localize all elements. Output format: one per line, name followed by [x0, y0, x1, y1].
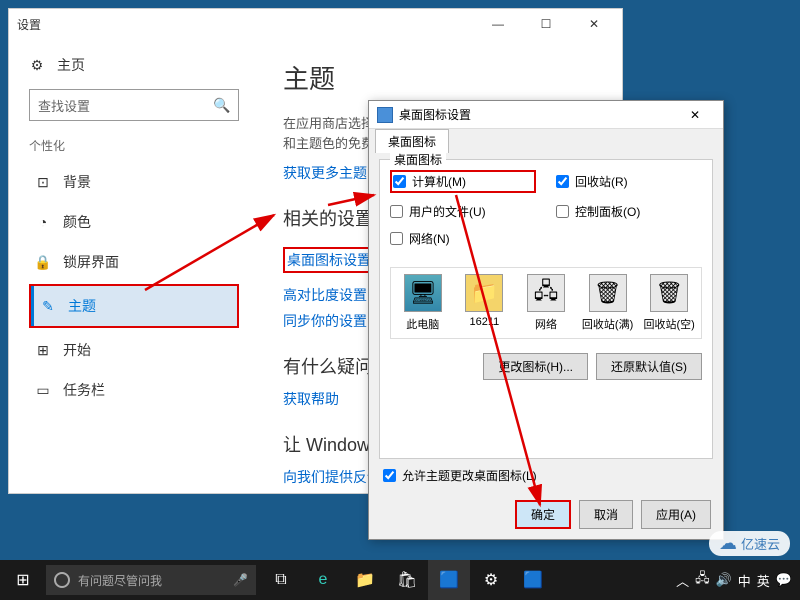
notification-icon[interactable]: 💬 [776, 572, 792, 588]
apply-button[interactable]: 应用(A) [641, 500, 711, 529]
icons-group: 桌面图标 计算机(M) 回收站(R) 用户的文件(U) 控制面板(O) 网络(N… [379, 159, 713, 459]
app-button-2[interactable]: 🟦 [512, 560, 554, 600]
start-icon: ⊞ [35, 342, 51, 358]
home-label: 主页 [57, 55, 85, 75]
trash-icon: 🗑 [650, 274, 688, 312]
settings-sidebar: ⚙ 主页 查找设置 🔍 个性化 ⊡背景 ◔颜色 🔒锁屏界面 ✎主题 ⊞开始 ▭任… [9, 39, 259, 493]
checkbox-recyclebin[interactable]: 回收站(R) [556, 170, 702, 193]
checkbox-controlpanel[interactable]: 控制面板(O) [556, 203, 702, 220]
ok-button[interactable]: 确定 [515, 500, 571, 529]
store-button[interactable]: 🛍 [386, 560, 428, 600]
sidebar-item-themes[interactable]: ✎主题 [31, 286, 237, 326]
sidebar-item-start[interactable]: ⊞开始 [29, 330, 239, 370]
highlight-box: ✎主题 [29, 284, 239, 328]
icon-preview-binfull[interactable]: 🗑回收站(满) [582, 274, 634, 332]
dialog-icon [377, 107, 393, 123]
checkbox-computer[interactable]: 计算机(M) [390, 170, 536, 193]
cortana-icon [54, 572, 70, 588]
dialog-titlebar: 桌面图标设置 ✕ [369, 101, 723, 129]
search-placeholder: 查找设置 [38, 96, 214, 115]
volume-icon[interactable]: 🔊 [716, 572, 732, 588]
sidebar-item-taskbar[interactable]: ▭任务栏 [29, 370, 239, 410]
edge-button[interactable]: e [302, 560, 344, 600]
change-icon-button[interactable]: 更改图标(H)... [483, 353, 588, 380]
window-titlebar: 设置 — ☐ ✕ [9, 9, 622, 39]
search-input[interactable]: 查找设置 🔍 [29, 89, 239, 121]
cortana-search[interactable]: 有问题尽管问我 🎤 [46, 565, 256, 595]
folder-icon: 📁 [465, 274, 503, 312]
tab-desktop-icons[interactable]: 桌面图标 [375, 129, 449, 153]
desktop-icon-settings-link[interactable]: 桌面图标设置 [283, 247, 375, 273]
cloud-icon: ☁ [719, 533, 737, 554]
icon-preview-row: 🖥此电脑 📁16211 🖧网络 🗑回收站(满) 🗑回收站(空) [390, 267, 702, 339]
desktop-icon-dialog: 桌面图标设置 ✕ 桌面图标 桌面图标 计算机(M) 回收站(R) 用户的文件(U… [368, 100, 724, 540]
section-label: 个性化 [29, 137, 239, 154]
icon-preview-network[interactable]: 🖧网络 [520, 274, 572, 332]
search-icon: 🔍 [214, 97, 230, 113]
picture-icon: ⊡ [35, 174, 51, 190]
maximize-button[interactable]: ☐ [526, 10, 566, 38]
settings-taskbutton[interactable]: ⚙ [470, 560, 512, 600]
start-button[interactable]: ⊞ [0, 560, 46, 600]
lock-icon: 🔒 [35, 254, 51, 270]
icon-preview-thispc[interactable]: 🖥此电脑 [397, 274, 449, 332]
icon-preview-binempty[interactable]: 🗑回收站(空) [643, 274, 695, 332]
ime-chs[interactable]: 中 [738, 571, 751, 590]
watermark: ☁ 亿速云 [709, 531, 790, 556]
mic-icon: 🎤 [233, 573, 248, 587]
palette-icon: ◔ [35, 214, 51, 230]
taskbar-icon: ▭ [35, 382, 51, 398]
minimize-button[interactable]: — [478, 10, 518, 38]
dialog-title: 桌面图标设置 [399, 106, 675, 123]
sidebar-item-background[interactable]: ⊡背景 [29, 162, 239, 202]
checkbox-userfiles[interactable]: 用户的文件(U) [390, 203, 536, 220]
taskview-button[interactable]: ⧉ [260, 560, 302, 600]
sidebar-item-colors[interactable]: ◔颜色 [29, 202, 239, 242]
cortana-placeholder: 有问题尽管问我 [78, 572, 162, 589]
network-icon: 🖧 [527, 274, 565, 312]
watermark-text: 亿速云 [741, 534, 780, 553]
trash-icon: 🗑 [589, 274, 627, 312]
ime-lang[interactable]: 英 [757, 571, 770, 590]
cancel-button[interactable]: 取消 [579, 500, 633, 529]
app-button-1[interactable]: 🟦 [428, 560, 470, 600]
group-title: 桌面图标 [390, 151, 446, 168]
taskbar: ⊞ 有问题尽管问我 🎤 ⧉ e 📁 🛍 🟦 ⚙ 🟦 ︿ 🖧 🔊 中 英 💬 [0, 560, 800, 600]
chevron-up-icon[interactable]: ︿ [676, 571, 689, 590]
dialog-close-button[interactable]: ✕ [675, 108, 715, 122]
gear-icon: ⚙ [29, 57, 45, 73]
sidebar-item-lockscreen[interactable]: 🔒锁屏界面 [29, 242, 239, 282]
restore-default-button[interactable]: 还原默认值(S) [596, 353, 702, 380]
checkbox-allow-theme[interactable]: 允许主题更改桌面图标(L) [383, 467, 709, 484]
tab-strip: 桌面图标 [369, 129, 723, 153]
monitor-icon: 🖥 [404, 274, 442, 312]
pen-icon: ✎ [40, 298, 56, 314]
home-link[interactable]: ⚙ 主页 [29, 49, 239, 81]
checkbox-network[interactable]: 网络(N) [390, 230, 536, 247]
icon-preview-user[interactable]: 📁16211 [459, 274, 511, 332]
system-tray[interactable]: ︿ 🖧 🔊 中 英 💬 [676, 569, 800, 591]
network-tray-icon[interactable]: 🖧 [695, 569, 710, 591]
close-button[interactable]: ✕ [574, 10, 614, 38]
explorer-button[interactable]: 📁 [344, 560, 386, 600]
page-title: 主题 [283, 59, 598, 96]
window-title: 设置 [17, 16, 478, 33]
